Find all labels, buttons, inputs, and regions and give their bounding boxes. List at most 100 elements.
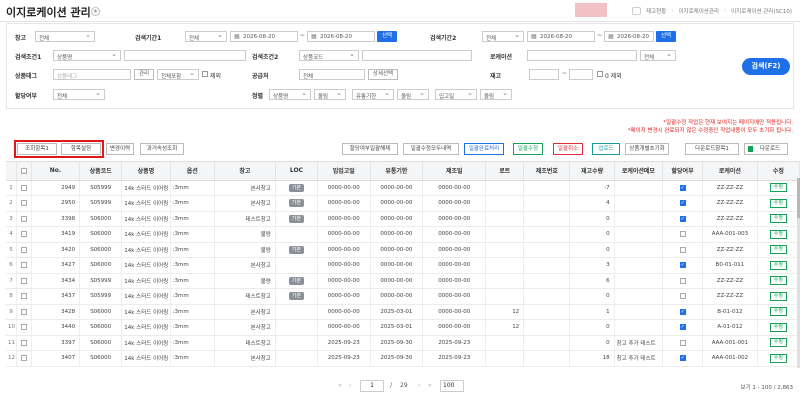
row-checkbox[interactable] (20, 246, 27, 253)
cell-edit[interactable]: 수정 (757, 226, 800, 243)
row-checkbox[interactable] (20, 339, 27, 346)
cond2-input[interactable] (362, 50, 472, 61)
cell-edit[interactable]: 수정 (757, 180, 800, 196)
header-cell[interactable]: 할당여부 (662, 162, 704, 181)
row-checkbox-cell[interactable] (16, 242, 32, 258)
row-checkbox[interactable] (20, 324, 27, 330)
first-page-button[interactable]: « (338, 382, 342, 389)
edit-button[interactable]: 수정 (769, 260, 787, 270)
table-row[interactable]: 12 3407 S06000 14k 스터드 이어링:3mm 본사창고 2025-09-2… (6, 350, 800, 367)
warehouse-select[interactable]: 전체 (35, 31, 95, 42)
header-cell[interactable]: 상품코드 (79, 162, 123, 181)
row-checkbox-cell[interactable] (16, 180, 32, 196)
change-history-button[interactable]: 변경이력 (106, 143, 134, 155)
row-checkbox[interactable] (20, 215, 27, 222)
row-checkbox[interactable] (20, 262, 27, 268)
tag-manage-button[interactable]: 관리 (134, 69, 154, 80)
row-checkbox-cell[interactable] (16, 195, 32, 212)
sort1-field-select[interactable]: 상품명 (269, 89, 311, 100)
breadcrumb-item[interactable]: 이지로케이션관리 (678, 7, 718, 15)
period2-select-button[interactable]: 선택 (656, 31, 676, 42)
edit-button[interactable]: 수정 (769, 353, 787, 363)
sort3-field-select[interactable]: 입고일 (435, 89, 477, 100)
edit-button[interactable]: 수정 (769, 245, 787, 255)
edit-button[interactable]: 수정 (769, 183, 787, 193)
period1-type-select[interactable]: 전체 (185, 31, 227, 42)
edit-button[interactable]: 수정 (769, 214, 787, 224)
cond1-select[interactable]: 상품명 (53, 50, 121, 61)
row-checkbox[interactable] (20, 308, 27, 315)
header-cell[interactable]: 제조일 (422, 162, 487, 181)
assigned-checkbox[interactable] (679, 262, 686, 268)
row-checkbox[interactable] (20, 355, 27, 361)
cell-assigned[interactable] (662, 273, 704, 289)
bulk-cancel-button[interactable]: 일괄취소 (553, 143, 583, 155)
cell-assigned[interactable] (662, 350, 704, 367)
row-checkbox[interactable] (20, 200, 27, 206)
header-cell[interactable]: 상품명 (121, 162, 171, 181)
assigned-checkbox[interactable] (679, 246, 686, 253)
edit-button[interactable]: 수정 (769, 291, 787, 301)
stock-max-input[interactable] (569, 69, 593, 80)
row-checkbox-cell[interactable] (16, 273, 32, 289)
table-row[interactable]: 6 3427 S06000 14k 스터드 이어링:3mm 본사창고 0000-00-00… (6, 257, 800, 274)
per-page-select[interactable]: 100 (440, 380, 464, 392)
cell-edit[interactable]: 수정 (757, 257, 800, 274)
table-row[interactable]: 1 2949 S05999 14k 스터드 이어링:3mm 본사창고 기본 0000-00-… (6, 180, 800, 196)
header-checkbox[interactable] (16, 162, 32, 181)
assign-select[interactable]: 전체 (53, 89, 105, 100)
header-cell[interactable]: 창고 (214, 162, 276, 181)
table-row[interactable]: 2 2950 S05999 14k 스터드 이어링:3mm 본사창고 기본 0000-00-… (6, 195, 800, 212)
search-button[interactable]: 검색(F2) (742, 58, 790, 75)
prev-page-button[interactable]: ‹ (349, 382, 351, 389)
header-cell[interactable]: 로트 (485, 162, 525, 181)
next-page-button[interactable]: › (418, 382, 420, 389)
edit-button[interactable]: 수정 (769, 276, 787, 286)
supplier-input[interactable]: 전체 (299, 69, 365, 80)
tag-input[interactable]: 상품태그 (53, 69, 131, 80)
header-cell[interactable]: 입입고일 (317, 162, 371, 181)
period1-from-date[interactable]: 2026-08-20 (230, 31, 298, 42)
assign-reset-button[interactable]: 할당여부일괄해제 (342, 143, 398, 155)
row-checkbox[interactable] (20, 184, 27, 191)
row-checkbox[interactable] (20, 277, 27, 284)
cell-assigned[interactable] (662, 195, 704, 212)
cell-edit[interactable]: 수정 (757, 288, 800, 305)
table-row[interactable]: 8 3437 S05999 14k 스터드 이어링:3mm 테스트창고 기본 0000-00… (6, 288, 800, 305)
edit-button[interactable]: 수정 (769, 338, 787, 348)
header-cell[interactable]: 로케이션 (702, 162, 758, 181)
location-input[interactable] (527, 50, 637, 61)
row-checkbox-cell[interactable] (16, 319, 32, 336)
assigned-checkbox[interactable] (679, 339, 686, 346)
header-cell[interactable]: No. (31, 162, 81, 181)
row-checkbox-cell[interactable] (16, 335, 32, 351)
sort2-order-select[interactable]: 올림 (397, 89, 429, 100)
stock-zero-checkbox[interactable] (597, 71, 603, 77)
row-checkbox-cell[interactable] (16, 257, 32, 274)
row-checkbox[interactable] (20, 231, 27, 237)
cond2-select[interactable]: 상품코드 (299, 50, 359, 61)
table-row[interactable]: 7 3434 S05999 14k 스터드 이어링:3mm 불량 기본 0000-00-00… (6, 273, 800, 289)
cell-assigned[interactable] (662, 226, 704, 243)
bulk-edit-history-button[interactable]: 일괄수정모두내역 (403, 143, 459, 155)
row-checkbox-cell[interactable] (16, 226, 32, 243)
table-row[interactable]: 4 3419 S06000 14k 스터드 이어링:3mm 불량 0000-00-00 00… (6, 226, 800, 243)
product-reset-button[interactable]: 상품개별초기화 (625, 143, 669, 155)
period1-to-date[interactable]: 2026-08-20 (307, 31, 375, 42)
assigned-checkbox[interactable] (679, 355, 686, 361)
cell-assigned[interactable] (662, 288, 704, 305)
cell-edit[interactable]: 수정 (757, 304, 800, 320)
cell-assigned[interactable] (662, 335, 704, 351)
location-select[interactable]: 전체 (640, 50, 676, 61)
stock-min-input[interactable] (529, 69, 559, 80)
cell-assigned[interactable] (662, 304, 704, 320)
upload-button[interactable]: 업로드 (592, 143, 620, 155)
breadcrumb-item[interactable]: 재고현황 (646, 7, 666, 15)
table-row[interactable]: 9 3428 S06000 14k 스터드 이어링:3mm 본사창고 0000-00-00… (6, 304, 800, 320)
favorite-star-icon[interactable]: ★ (91, 7, 100, 16)
row-checkbox-cell[interactable] (16, 211, 32, 227)
header-cell[interactable]: 로케이션메모 (614, 162, 664, 181)
sort3-order-select[interactable]: 올림 (480, 89, 512, 100)
assigned-checkbox[interactable] (679, 215, 686, 222)
edit-button[interactable]: 수정 (769, 322, 787, 332)
